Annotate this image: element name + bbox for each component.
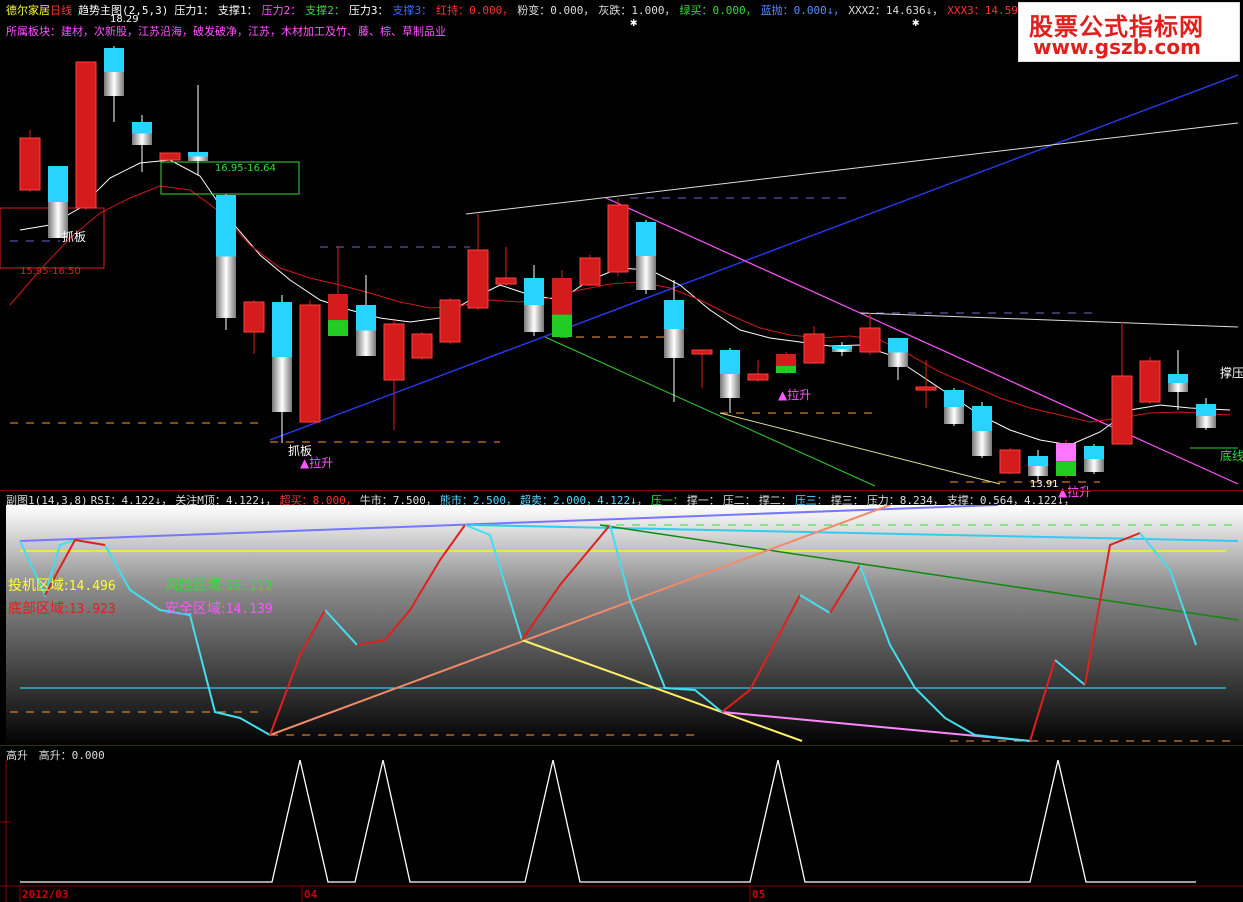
xaxis-label-may: 05 [752,888,766,901]
sub1-chart[interactable] [0,505,1243,747]
chart-annotation: ▲拉升 [300,456,334,470]
candlestick [859,313,881,355]
candlestick [216,194,236,330]
candlestick [1056,440,1076,478]
candlestick [691,349,713,388]
candlestick [664,280,684,402]
chart-annotation: 15.95-16.50 [20,266,81,277]
header-item: 粉变：0.000， [517,4,595,17]
sub2-chart[interactable] [0,760,1243,902]
zone-readout: 风险区域:15.112 [165,575,273,595]
candlestick [411,332,433,360]
candlestick [720,348,740,413]
sector-info: 所属板块：建材，次新股，江苏沿海，破发破净，江苏，木材加工及竹、藤、棕、草制品业 [6,25,446,38]
header-item: 支撑2： [305,4,345,17]
brand-logo: 股票公式指标网 www.gszb.com [1018,2,1240,62]
chart-annotation: 抓板 [62,230,87,244]
zone-value: 13.923 [68,602,116,617]
period-label[interactable]: 日线 [50,4,72,17]
header-item: 灰跌：1.000， [598,4,676,17]
candlestick [888,338,908,380]
candlestick [495,247,517,286]
candlestick [1028,450,1048,482]
main-chart[interactable]: ✱ ✱ ▲ [0,0,1243,490]
zone-value: 15.112 [225,579,273,594]
candlestick [999,448,1021,474]
candlestick [1111,322,1133,445]
header-item: 压力3： [348,4,389,17]
candlestick [19,130,41,192]
stock-name[interactable]: 德尔家居 [6,4,50,17]
candlestick [1196,398,1216,430]
header-item: XXX3：14.595 [947,4,1025,17]
candlestick [356,275,376,356]
chart-annotation: 底线 [1220,449,1243,463]
candlestick [944,388,964,426]
candlestick [272,295,292,443]
indicator-header: 德尔家居日线 趋势主图(2,5,3) 压力1： 支撑1： 压力2： 支撑2： 压力3： 支撑3… [6,4,1034,18]
candlestick [1139,357,1161,404]
candlestick [75,61,97,210]
header-item: 压力2： [261,4,302,17]
candlestick [803,326,825,364]
zone-value: 14.139 [225,602,273,617]
header-item: 绿买：0.000， [679,4,757,17]
zone-readout: 投机区域:14.496 [8,575,116,595]
zone-label: 风险区域: [165,578,226,594]
chart-annotation: 16.95-16.64 [215,163,276,174]
chart-annotation: ▲拉升 [778,388,812,402]
candlestick [299,300,321,423]
candlestick [328,246,348,336]
header-item: 红持：0.000， [436,4,514,17]
candlestick [132,115,152,172]
header-item: 支撑3： [392,4,433,17]
chart-annotation: 撑压 [1220,366,1243,380]
candlestick [607,198,629,276]
ma-white-line [19,159,1231,446]
header-item: 支撑1： [217,4,258,17]
candlestick [636,220,656,294]
candlestick [439,298,461,344]
header-item: 压力1： [174,4,214,17]
candlestick [243,300,265,354]
zone-label: 投机区域: [8,578,69,594]
brand-url: www.gszb.com [1033,35,1201,59]
candlestick [552,270,572,338]
zone-label: 安全区域: [165,601,226,617]
candlestick [104,46,124,122]
candlestick [776,352,796,374]
candlestick [832,342,852,356]
header-item: XXX2：14.636↓， [848,4,944,17]
candlestick [467,214,489,310]
zone-readout: 底部区域:13.923 [8,598,116,618]
header-item: 蓝抛：0.000↓， [760,4,845,17]
xaxis-label-mar: 2012/03 [22,888,69,901]
candlestick [159,152,181,161]
xaxis-label-apr: 04 [304,888,318,901]
candlestick [383,320,405,430]
candlestick [972,402,992,458]
zone-label: 底部区域: [8,601,69,617]
candlestick [524,265,544,336]
zone-readout: 安全区域:14.139 [165,598,273,618]
chart-annotation: 18.29 [110,14,139,25]
candlestick [1084,444,1104,474]
chart-annotation: 13.91 [1030,479,1059,490]
candlestick [579,255,601,286]
candlestick [1168,350,1188,410]
zone-value: 14.496 [68,579,116,594]
candlestick [747,360,769,382]
